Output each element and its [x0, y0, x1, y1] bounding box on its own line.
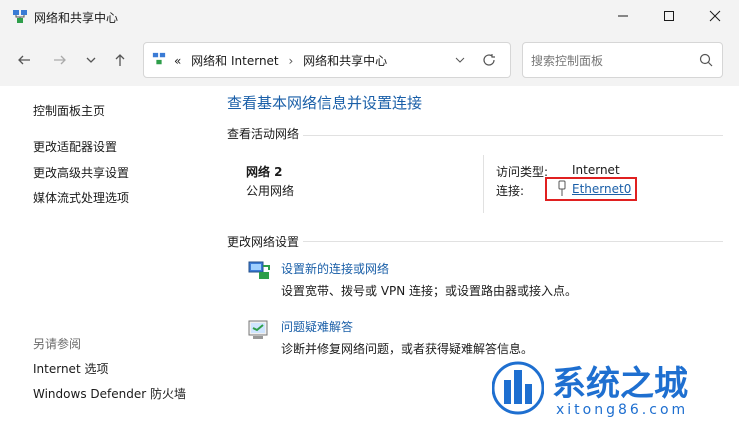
- page-title: 查看基本网络信息并设置连接: [227, 94, 423, 112]
- divider: [303, 135, 723, 136]
- refresh-icon[interactable]: [482, 53, 496, 67]
- back-button[interactable]: [14, 50, 34, 70]
- watermark-brand: 系统之城: [552, 364, 688, 404]
- breadcrumb-overflow[interactable]: «: [174, 54, 181, 68]
- access-type-label: 访问类型:: [496, 165, 549, 179]
- address-bar[interactable]: « 网络和 Internet › 网络和共享中心: [143, 42, 511, 78]
- maximize-icon: [664, 11, 674, 21]
- close-button[interactable]: [692, 0, 738, 32]
- change-advanced-sharing-link[interactable]: 更改高级共享设置: [33, 164, 129, 181]
- search-icon: [699, 53, 713, 67]
- breadcrumb-item[interactable]: 网络和共享中心: [303, 54, 387, 68]
- setup-new-connection-link[interactable]: 设置新的连接或网络: [281, 260, 389, 277]
- ethernet-icon: [558, 180, 566, 196]
- minimize-icon: [618, 15, 628, 17]
- address-dropdown-icon[interactable]: [455, 55, 465, 65]
- new-connection-icon: [248, 261, 270, 279]
- troubleshoot-icon: [248, 320, 268, 339]
- city-logo-icon: [492, 361, 544, 415]
- see-also-heading: 另请参阅: [33, 337, 82, 351]
- change-adapter-settings-link[interactable]: 更改适配器设置: [33, 138, 117, 155]
- network-name: 网络 2: [246, 165, 283, 179]
- search-placeholder: 搜索控制面板: [531, 54, 604, 68]
- chevron-down-icon: [86, 57, 96, 63]
- recent-locations-button[interactable]: [81, 50, 101, 70]
- network-location-icon: [152, 52, 166, 65]
- setup-new-connection-description: 设置宽带、拨号或 VPN 连接；或设置路由器或接入点。: [281, 284, 578, 298]
- up-button[interactable]: [110, 50, 130, 70]
- change-settings-heading: 更改网络设置: [227, 235, 300, 249]
- troubleshoot-problems-link[interactable]: 问题疑难解答: [281, 318, 353, 335]
- arrow-up-icon: [115, 54, 125, 66]
- media-streaming-options-link[interactable]: 媒体流式处理选项: [33, 189, 129, 206]
- navigation-bar: « 网络和 Internet › 网络和共享中心 搜索控制面板: [0, 32, 739, 86]
- divider: [303, 241, 723, 242]
- network-category: 公用网络: [246, 184, 295, 198]
- search-box[interactable]: 搜索控制面板: [522, 42, 723, 78]
- ethernet-connection-link[interactable]: Ethernet0: [572, 182, 631, 196]
- arrow-left-icon: [18, 55, 30, 65]
- breadcrumb: « 网络和 Internet › 网络和共享中心: [174, 52, 387, 69]
- minimize-button[interactable]: [600, 0, 646, 32]
- title-bar: 网络和共享中心: [0, 0, 739, 32]
- chevron-right-icon: ›: [288, 54, 294, 68]
- divider: [483, 155, 484, 213]
- active-networks-heading: 查看活动网络: [227, 127, 300, 141]
- close-icon: [709, 10, 721, 22]
- window-title: 网络和共享中心: [34, 11, 119, 25]
- network-center-icon: [13, 10, 27, 23]
- arrow-right-icon: [54, 55, 66, 65]
- maximize-button[interactable]: [646, 0, 692, 32]
- troubleshoot-problems-description: 诊断并修复网络问题，或者获得疑难解答信息。: [281, 342, 534, 356]
- watermark-url: xitong86.com: [556, 402, 689, 418]
- site-watermark: 系统之城 xitong86.com: [492, 356, 739, 423]
- internet-options-link[interactable]: Internet 选项: [33, 360, 108, 377]
- connections-label: 连接:: [496, 184, 525, 198]
- forward-button[interactable]: [50, 50, 70, 70]
- windows-defender-firewall-link[interactable]: Windows Defender 防火墙: [33, 385, 186, 402]
- breadcrumb-item[interactable]: 网络和 Internet: [191, 54, 278, 68]
- access-type-value: Internet: [572, 163, 620, 177]
- control-panel-home-link[interactable]: 控制面板主页: [33, 102, 105, 119]
